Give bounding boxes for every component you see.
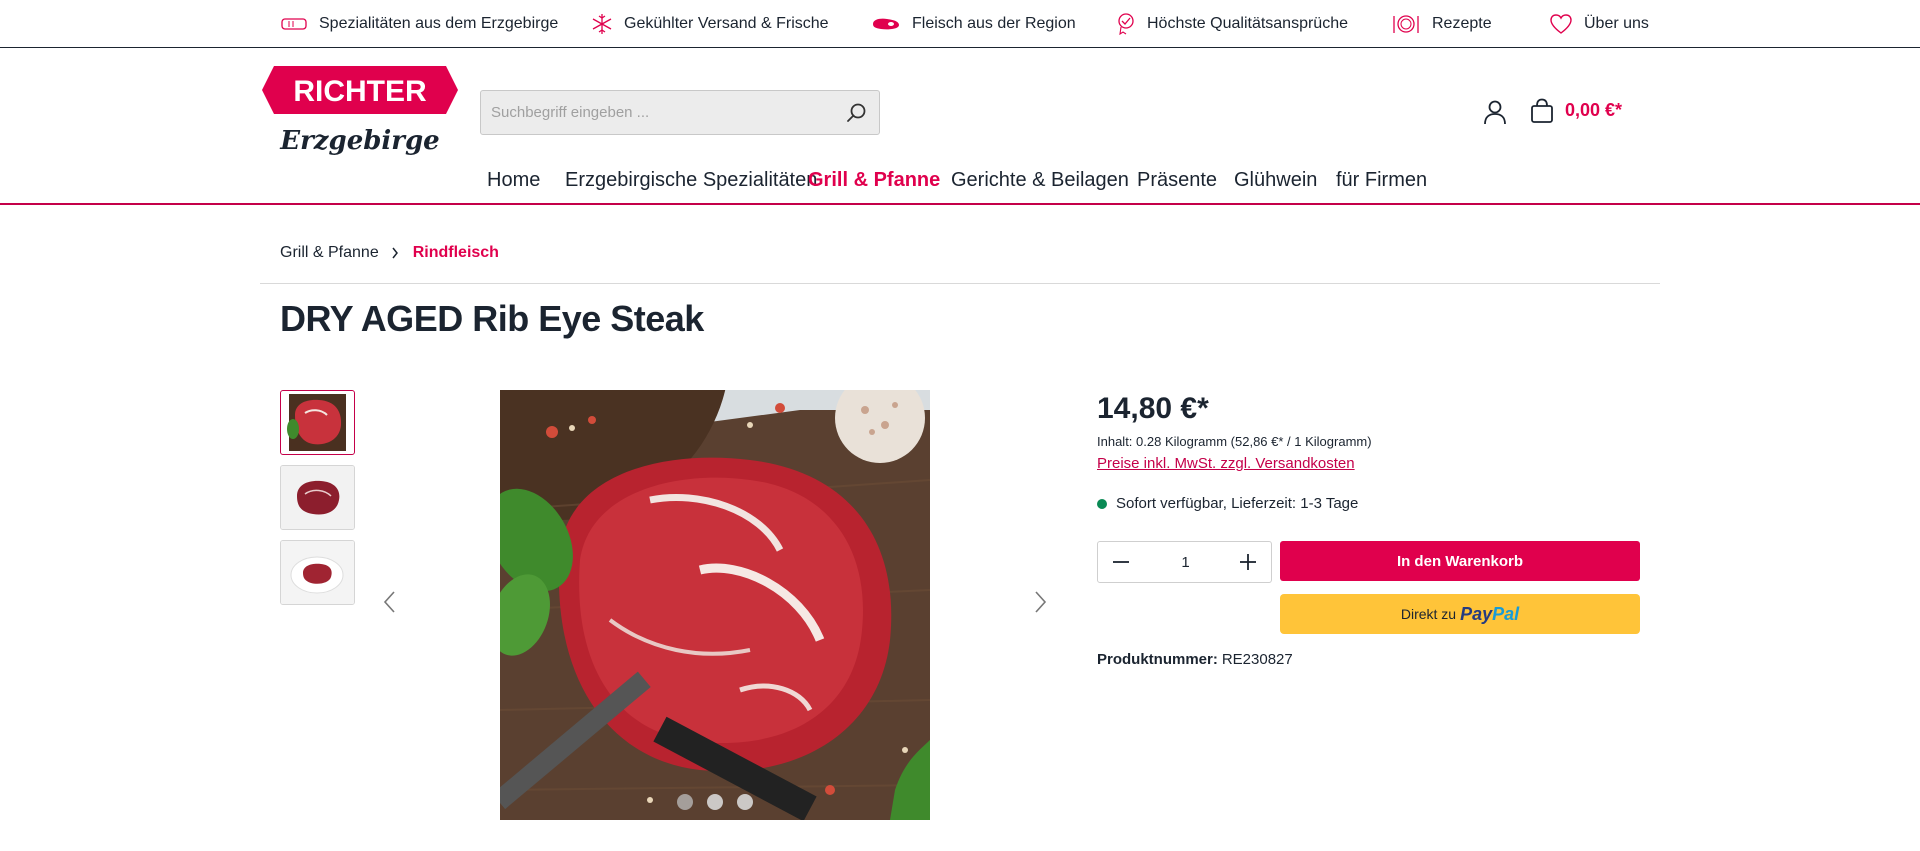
product-number: Produktnummer: RE230827 <box>1097 651 1293 668</box>
breadcrumb-item[interactable]: Grill & Pfanne <box>280 244 379 262</box>
product-price: 14,80 €* <box>1097 392 1209 425</box>
search-box <box>480 90 880 135</box>
shopping-bag-icon[interactable] <box>1530 98 1554 124</box>
paypal-logo: PayPal <box>1460 603 1520 624</box>
sausage-icon <box>281 18 307 30</box>
logo-tagline: Erzgebirge <box>279 126 439 156</box>
unit-price-info: Inhalt: 0.28 Kilogramm (52,86 €* / 1 Kil… <box>1097 434 1372 449</box>
heart-icon <box>1550 14 1572 34</box>
add-to-cart-button[interactable]: In den Warenkorb <box>1280 541 1640 581</box>
usp-label: Höchste Qualitätsansprüche <box>1147 15 1348 32</box>
cart-total[interactable]: 0,00 €* <box>1565 100 1622 121</box>
breadcrumb: Grill & Pfanne Rindfleisch <box>280 244 499 262</box>
usp-bar: Spezialitäten aus dem Erzgebirge Gekühlt… <box>0 0 1920 48</box>
gallery-dot[interactable] <box>707 794 723 810</box>
product-image[interactable] <box>500 390 930 820</box>
gallery-dot[interactable] <box>737 794 753 810</box>
quantity-input[interactable] <box>1148 550 1223 574</box>
usp-item-recipes[interactable]: Rezepte <box>1391 13 1492 35</box>
snowflake-icon <box>592 14 612 34</box>
minus-icon[interactable] <box>1110 551 1132 573</box>
main-nav: Home Erzgebirgische Spezialitäten Grill … <box>0 165 1920 205</box>
search-input[interactable] <box>481 91 831 134</box>
gallery-thumbnail[interactable] <box>280 390 355 455</box>
gallery-thumbnail[interactable] <box>280 465 355 530</box>
product-title: DRY AGED Rib Eye Steak <box>280 298 704 339</box>
nav-item-grill[interactable]: Grill & Pfanne <box>808 169 940 192</box>
nav-item-dishes[interactable]: Gerichte & Beilagen <box>951 169 1129 192</box>
chevron-left-icon[interactable] <box>382 590 398 614</box>
delivery-text: Sofort verfügbar, Lieferzeit: 1-3 Tage <box>1116 495 1359 512</box>
meat-icon <box>873 18 899 30</box>
quality-seal-icon <box>1118 13 1134 35</box>
product-number-value: RE230827 <box>1221 651 1293 668</box>
usp-label: Rezepte <box>1432 15 1492 32</box>
logo[interactable]: RICHTER Erzgebirge <box>262 66 458 158</box>
account-icon[interactable] <box>1483 99 1507 125</box>
breadcrumb-current[interactable]: Rindfleisch <box>413 244 499 262</box>
nav-item-gifts[interactable]: Präsente <box>1137 169 1217 192</box>
usp-label: Über uns <box>1584 15 1649 32</box>
gallery-dot[interactable] <box>677 794 693 810</box>
usp-item-regional-meat[interactable]: Fleisch aus der Region <box>871 13 1076 35</box>
chevron-right-icon[interactable] <box>1032 590 1048 614</box>
tax-shipping-link[interactable]: Preise inkl. MwSt. zzgl. Versandkosten <box>1097 455 1355 472</box>
usp-label: Spezialitäten aus dem Erzgebirge <box>319 15 559 32</box>
usp-item-about[interactable]: Über uns <box>1549 13 1649 35</box>
gallery-thumbnail[interactable] <box>280 540 355 605</box>
plate-cutlery-icon <box>1393 15 1419 33</box>
usp-item-shipping[interactable]: Gekühlter Versand & Frische <box>591 13 829 35</box>
nav-item-home[interactable]: Home <box>487 169 540 192</box>
availability-dot-icon <box>1097 498 1107 509</box>
usp-item-specialties[interactable]: Spezialitäten aus dem Erzgebirge <box>280 13 558 35</box>
plus-icon[interactable] <box>1237 551 1259 573</box>
nav-item-companies[interactable]: für Firmen <box>1336 169 1427 192</box>
usp-item-quality[interactable]: Höchste Qualitätsansprüche <box>1116 13 1348 35</box>
delivery-status: Sofort verfügbar, Lieferzeit: 1-3 Tage <box>1097 495 1358 512</box>
paypal-button[interactable]: Direkt zu PayPal <box>1280 594 1640 634</box>
nav-item-specialties[interactable]: Erzgebirgische Spezialitäten <box>565 169 817 192</box>
chevron-right-icon <box>392 247 398 259</box>
product-number-label: Produktnummer: <box>1097 651 1218 668</box>
paypal-prefix: Direkt zu <box>1400 606 1457 622</box>
usp-label: Fleisch aus der Region <box>912 15 1076 32</box>
quantity-stepper <box>1097 541 1272 583</box>
nav-item-mulled-wine[interactable]: Glühwein <box>1234 169 1317 192</box>
usp-label: Gekühlter Versand & Frische <box>624 15 829 32</box>
divider <box>260 283 1660 284</box>
search-icon[interactable] <box>845 101 869 125</box>
logo-brand: RICHTER <box>293 75 427 108</box>
